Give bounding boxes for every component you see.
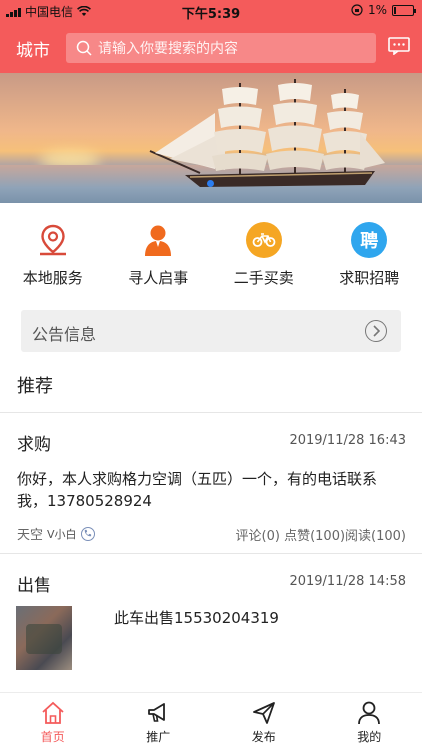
section-title: 推荐 <box>17 376 53 397</box>
tab-promote[interactable]: 推广 <box>106 693 212 750</box>
chevron-right-icon <box>365 320 387 342</box>
person-icon <box>140 222 176 258</box>
tab-publish[interactable]: 发布 <box>211 693 317 750</box>
quick-nav-missing-person[interactable]: 寻人启事 <box>106 222 212 288</box>
post-author[interactable]: 天空 V小白 <box>17 524 95 543</box>
city-selector[interactable]: 城市 <box>16 36 50 61</box>
quick-nav-local-service[interactable]: 本地服务 <box>0 222 106 288</box>
home-icon <box>42 701 64 724</box>
post-time: 2019/11/28 16:43 <box>289 433 406 448</box>
quick-nav-label: 寻人启事 <box>128 269 189 287</box>
tab-bar: 首页 推广 发布 我的 <box>0 692 422 750</box>
search-icon <box>76 40 92 56</box>
header: 城市 请输入你要搜索的内容 <box>0 22 422 73</box>
post-category: 求购 <box>17 435 51 455</box>
user-icon <box>358 701 381 725</box>
hire-glyph: 聘 <box>360 231 379 252</box>
phone-icon[interactable] <box>80 526 95 541</box>
post-stats: 评论(0) 点赞(100)阅读(100) <box>235 529 406 544</box>
top-bar: 中国电信 下午5:39 1% 城市 请输入你要搜索的内容 <box>0 0 422 73</box>
quick-nav-label: 求职招聘 <box>339 269 400 287</box>
tab-label: 发布 <box>251 730 276 744</box>
battery-icon <box>392 4 416 16</box>
post-content: 此车出售15530204319 <box>114 609 279 627</box>
lock-rotation-icon <box>351 4 363 16</box>
author-name: 天空 <box>17 528 44 543</box>
bicycle-icon <box>245 222 282 258</box>
banner-carousel[interactable] <box>0 73 422 203</box>
tab-label: 我的 <box>357 730 382 744</box>
tab-home[interactable]: 首页 <box>0 693 106 750</box>
status-bar: 中国电信 下午5:39 1% <box>0 0 422 22</box>
quick-nav-jobs[interactable]: 聘 求职招聘 <box>317 222 422 288</box>
carousel-dot[interactable] <box>207 180 214 187</box>
post-item[interactable]: 求购 2019/11/28 16:43 你好，本人求购格力空调（五匹）一个，有的… <box>0 413 422 553</box>
tab-label: 推广 <box>146 730 171 744</box>
quick-nav-second-hand[interactable]: 二手买卖 <box>211 222 317 288</box>
post-thumbnail[interactable] <box>16 606 72 670</box>
send-icon <box>252 702 275 724</box>
quick-nav: 本地服务 寻人启事 二手买卖 聘 求职招聘 <box>0 222 422 288</box>
vip-badge: V小白 <box>47 527 77 541</box>
quick-nav-label: 二手买卖 <box>233 269 294 287</box>
search-placeholder: 请输入你要搜索的内容 <box>98 41 238 57</box>
carousel-indicator <box>207 180 214 187</box>
post-item[interactable]: 出售 2019/11/28 14:58 此车出售15530204319 <box>0 554 422 690</box>
quick-nav-label: 本地服务 <box>22 269 83 287</box>
tab-label: 首页 <box>40 730 65 744</box>
battery-label: 1% <box>367 3 387 17</box>
megaphone-icon <box>148 703 166 722</box>
notice-bar[interactable]: 公告信息 <box>21 310 401 352</box>
hire-icon: 聘 <box>351 222 388 258</box>
notice-label: 公告信息 <box>32 325 97 344</box>
post-time: 2019/11/28 14:58 <box>289 574 406 589</box>
post-content: 你好，本人求购格力空调（五匹）一个，有的电话联系我，13780528924 <box>17 470 378 510</box>
search-input[interactable]: 请输入你要搜索的内容 <box>66 33 376 63</box>
tab-mine[interactable]: 我的 <box>317 693 422 750</box>
message-icon[interactable] <box>388 37 410 55</box>
post-category: 出售 <box>17 576 51 596</box>
location-pin-icon <box>35 222 71 258</box>
